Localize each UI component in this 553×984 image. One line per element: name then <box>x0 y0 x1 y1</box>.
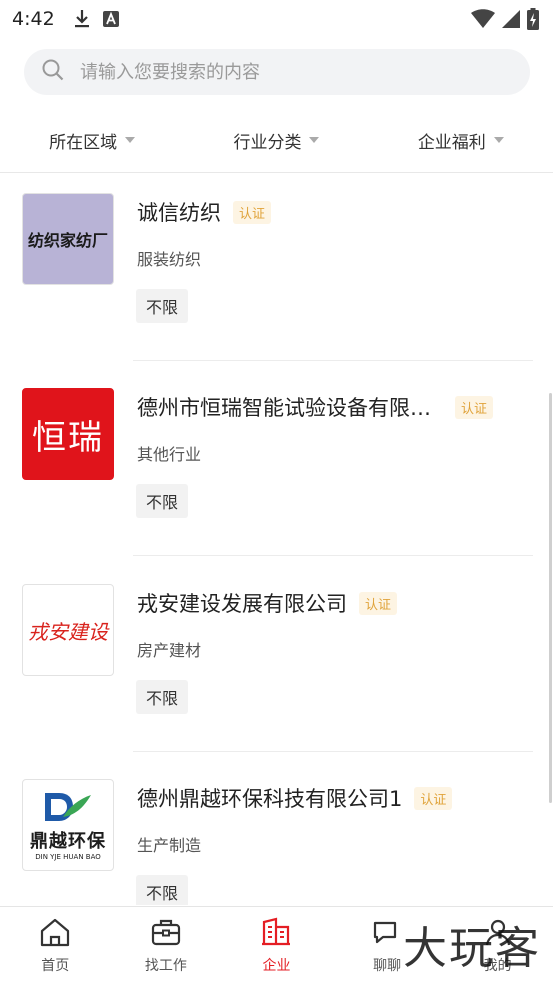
caret-down-icon <box>125 137 136 143</box>
company-name: 诚信纺织 <box>137 201 221 225</box>
app-notification-icon <box>102 11 119 27</box>
nav-company[interactable]: 企业 <box>221 907 332 984</box>
building-icon <box>261 917 291 951</box>
status-time: 4:42 <box>12 8 55 30</box>
nav-label: 聊聊 <box>373 957 402 974</box>
home-icon <box>39 917 71 951</box>
logo-text: 戎安建设 <box>28 619 108 644</box>
company-industry: 生产制造 <box>137 836 202 855</box>
filter-label: 所在区域 <box>49 132 118 153</box>
logo-text: 纺织家纺厂 <box>27 231 108 250</box>
briefcase-icon <box>150 917 182 951</box>
nav-find-job[interactable]: 找工作 <box>111 907 222 984</box>
company-tag: 不限 <box>136 484 189 518</box>
filter-label: 行业分类 <box>233 132 302 153</box>
certified-badge: 认证 <box>414 786 453 810</box>
company-name: 德州鼎越环保科技有限公司1 <box>137 787 403 811</box>
company-name: 德州市恒瑞智能试验设备有限… <box>137 396 431 420</box>
divider <box>133 360 533 361</box>
filter-benefits[interactable]: 企业福利 <box>369 128 553 153</box>
filter-region[interactable]: 所在区域 <box>0 128 184 153</box>
signal-icon <box>501 9 521 33</box>
company-card[interactable]: 纺织家纺厂 诚信纺织 认证 服装纺织 不限 <box>0 173 553 369</box>
company-logo: 鼎越环保 DIN YJE HUAN BAO <box>22 779 114 871</box>
search-bar[interactable] <box>24 49 530 95</box>
company-tag: 不限 <box>136 680 189 714</box>
company-list: 纺织家纺厂 诚信纺织 认证 服装纺织 不限 恒瑞 德州市恒瑞智能试验设备有限… … <box>0 173 553 905</box>
company-logo: 纺织家纺厂 <box>22 193 114 285</box>
divider <box>133 751 533 752</box>
battery-icon <box>527 8 539 34</box>
company-logo: 恒瑞 <box>22 388 114 480</box>
watermark: 大玩客 <box>403 923 541 974</box>
nav-label: 找工作 <box>144 957 187 974</box>
download-icon <box>73 9 91 29</box>
wifi-icon <box>471 9 495 33</box>
filter-label: 企业福利 <box>417 132 486 153</box>
company-tag: 不限 <box>136 875 189 905</box>
nav-home[interactable]: 首页 <box>0 907 111 984</box>
certified-badge: 认证 <box>455 395 494 419</box>
scrollbar[interactable] <box>549 393 552 803</box>
chat-icon <box>371 917 403 951</box>
certified-badge: 认证 <box>359 591 398 615</box>
logo-text: 鼎越环保 <box>30 831 106 852</box>
company-name: 戎安建设发展有限公司 <box>137 592 347 616</box>
nav-label: 首页 <box>41 957 70 974</box>
company-card[interactable]: 鼎越环保 DIN YJE HUAN BAO 德州鼎越环保科技有限公司1 认证 生… <box>0 759 553 905</box>
company-logo: 戎安建设 <box>22 584 114 676</box>
company-industry: 其他行业 <box>137 445 202 464</box>
company-card[interactable]: 戎安建设 戎安建设发展有限公司 认证 房产建材 不限 <box>0 564 553 760</box>
search-icon <box>42 59 64 85</box>
nav-label: 企业 <box>262 957 291 974</box>
leaf-logo-icon <box>41 789 95 827</box>
caret-down-icon <box>493 137 504 143</box>
filter-industry[interactable]: 行业分类 <box>184 128 368 153</box>
caret-down-icon <box>309 137 320 143</box>
logo-subtext: DIN YJE HUAN BAO <box>35 853 101 861</box>
company-industry: 房产建材 <box>137 641 202 660</box>
status-bar: 4:42 <box>0 0 553 38</box>
logo-text: 恒瑞 <box>32 417 104 458</box>
company-tag: 不限 <box>136 289 189 323</box>
divider <box>133 555 533 556</box>
filter-bar: 所在区域 行业分类 企业福利 <box>0 112 553 168</box>
certified-badge: 认证 <box>233 200 272 224</box>
company-card[interactable]: 恒瑞 德州市恒瑞智能试验设备有限… 认证 其他行业 不限 <box>0 368 553 564</box>
company-industry: 服装纺织 <box>137 250 202 269</box>
search-input[interactable] <box>80 61 500 83</box>
